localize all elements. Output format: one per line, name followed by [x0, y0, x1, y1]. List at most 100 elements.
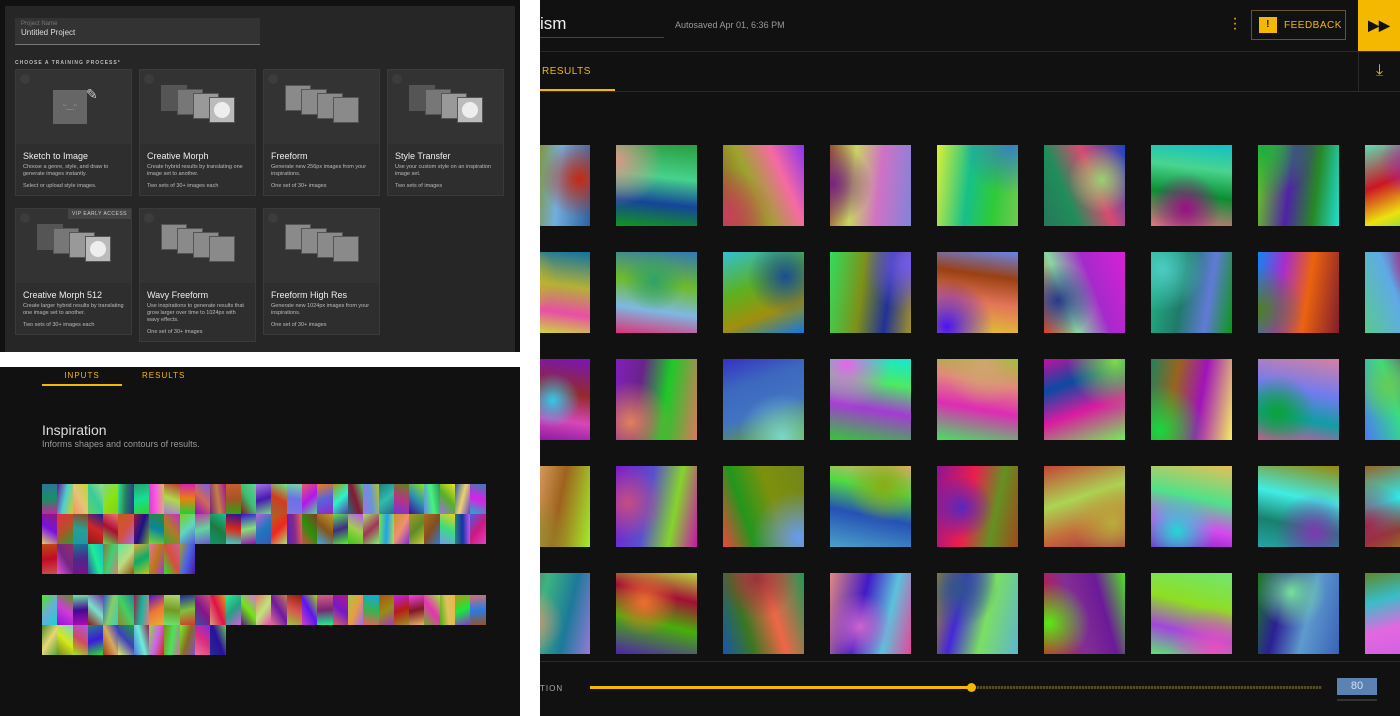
- inspiration-thumbnail[interactable]: [256, 484, 272, 514]
- inspiration-thumbnail[interactable]: [363, 484, 379, 514]
- inspiration-thumbnail[interactable]: [317, 514, 333, 544]
- inspiration-thumbnail[interactable]: [393, 595, 410, 625]
- result-image[interactable]: [1365, 252, 1400, 333]
- inspiration-thumbnail[interactable]: [210, 595, 226, 625]
- inspiration-thumbnail[interactable]: [164, 595, 180, 625]
- inspiration-thumbnail[interactable]: [57, 544, 73, 574]
- inspiration-thumbnail[interactable]: [470, 484, 486, 514]
- result-image[interactable]: [723, 359, 804, 440]
- result-image[interactable]: [723, 466, 804, 547]
- inspiration-thumbnail[interactable]: [409, 595, 425, 625]
- result-image[interactable]: [1151, 252, 1232, 333]
- inspiration-thumbnail[interactable]: [118, 595, 134, 625]
- slider-handle[interactable]: [966, 683, 976, 692]
- process-card[interactable]: Freeform High Res Generate new 1024px im…: [263, 208, 380, 335]
- result-image[interactable]: [1365, 145, 1400, 226]
- process-card[interactable]: VIP EARLY ACCESS Creative Morph 512 Crea…: [15, 208, 132, 335]
- result-image[interactable]: [1044, 145, 1125, 226]
- feedback-button[interactable]: ! FEEDBACK: [1251, 10, 1346, 40]
- inspiration-thumbnail[interactable]: [271, 595, 287, 625]
- result-image[interactable]: [937, 145, 1018, 226]
- inspiration-thumbnail[interactable]: [72, 625, 88, 655]
- inspiration-thumbnail[interactable]: [409, 484, 425, 514]
- inspiration-thumbnail[interactable]: [179, 544, 195, 574]
- inspiration-thumbnail[interactable]: [133, 544, 150, 574]
- inspiration-thumbnail[interactable]: [149, 544, 165, 574]
- result-image[interactable]: [1365, 573, 1400, 654]
- result-image[interactable]: [616, 145, 697, 226]
- inspiration-thumbnail[interactable]: [57, 484, 73, 514]
- inspiration-thumbnail[interactable]: [42, 484, 58, 514]
- inspiration-thumbnail[interactable]: [271, 514, 287, 544]
- inspiration-thumbnail[interactable]: [72, 484, 88, 514]
- inspiration-thumbnail[interactable]: [240, 595, 257, 625]
- inspiration-thumbnail[interactable]: [118, 544, 134, 574]
- inspiration-thumbnail[interactable]: [164, 484, 180, 514]
- inspiration-thumbnail[interactable]: [286, 484, 303, 514]
- project-name-field[interactable]: Project Name Untitled Project: [15, 18, 260, 45]
- inspiration-thumbnail[interactable]: [378, 484, 394, 514]
- inspiration-thumbnail[interactable]: [286, 595, 303, 625]
- result-image[interactable]: [540, 359, 590, 440]
- select-radio-icon[interactable]: [144, 213, 154, 223]
- inspiration-thumbnail[interactable]: [87, 544, 104, 574]
- result-image[interactable]: [616, 252, 697, 333]
- inspiration-thumbnail[interactable]: [133, 625, 150, 655]
- result-image[interactable]: [540, 145, 590, 226]
- inspiration-thumbnail[interactable]: [302, 484, 318, 514]
- inspiration-thumbnail[interactable]: [179, 625, 195, 655]
- inspiration-thumbnail[interactable]: [149, 484, 165, 514]
- inspiration-thumbnail[interactable]: [393, 484, 410, 514]
- inspiration-thumbnail[interactable]: [179, 514, 195, 544]
- inspiration-thumbnail[interactable]: [439, 514, 456, 544]
- tab-results[interactable]: RESULTS: [142, 367, 185, 384]
- inspiration-thumbnail[interactable]: [210, 625, 226, 655]
- inspiration-thumbnail[interactable]: [133, 595, 150, 625]
- process-card[interactable]: Style Transfer Use your custom style on …: [387, 69, 504, 196]
- inspiration-thumbnail[interactable]: [424, 484, 440, 514]
- result-image[interactable]: [1258, 573, 1339, 654]
- process-card[interactable]: Wavy Freeform Use inspirations to genera…: [139, 208, 256, 342]
- result-image[interactable]: [830, 573, 911, 654]
- inspiration-thumbnail[interactable]: [164, 514, 180, 544]
- inspiration-thumbnail[interactable]: [424, 595, 440, 625]
- inspiration-thumbnail[interactable]: [210, 514, 226, 544]
- inspiration-thumbnail[interactable]: [72, 595, 88, 625]
- result-image[interactable]: [616, 573, 697, 654]
- fast-forward-button[interactable]: ▶▶: [1358, 0, 1400, 51]
- result-image[interactable]: [830, 252, 911, 333]
- result-image[interactable]: [1151, 466, 1232, 547]
- inspiration-thumbnail[interactable]: [470, 514, 486, 544]
- result-image[interactable]: [1151, 145, 1232, 226]
- inspiration-thumbnail[interactable]: [149, 514, 165, 544]
- inspiration-thumbnail[interactable]: [87, 595, 104, 625]
- process-card[interactable]: Creative Morph Create hybrid results by …: [139, 69, 256, 196]
- inspiration-thumbnail[interactable]: [470, 595, 486, 625]
- inspiration-thumbnail[interactable]: [455, 484, 471, 514]
- inspiration-thumbnail[interactable]: [225, 514, 241, 544]
- result-image[interactable]: [540, 573, 590, 654]
- inspiration-thumbnail[interactable]: [240, 484, 257, 514]
- inspiration-thumbnail[interactable]: [347, 514, 364, 544]
- result-image[interactable]: [723, 573, 804, 654]
- result-image[interactable]: [1258, 359, 1339, 440]
- inspiration-thumbnail[interactable]: [225, 595, 241, 625]
- inspiration-thumbnail[interactable]: [286, 514, 303, 544]
- slider-track[interactable]: [590, 683, 1322, 692]
- inspiration-thumbnail[interactable]: [378, 595, 394, 625]
- project-name-value[interactable]: Untitled Project: [21, 28, 254, 37]
- tab-results-active[interactable]: RESULTS: [542, 66, 591, 77]
- process-card[interactable]: Freeform Generate new 256px images from …: [263, 69, 380, 196]
- inspiration-thumbnail[interactable]: [455, 514, 471, 544]
- inspiration-thumbnail[interactable]: [302, 595, 318, 625]
- process-card[interactable]: ᵕ‿ᵕ ✎ Sketch to Image Choose a genre, sty…: [15, 69, 132, 196]
- inspiration-thumbnail[interactable]: [87, 484, 104, 514]
- inspiration-thumbnail[interactable]: [194, 484, 211, 514]
- inspiration-thumbnail[interactable]: [179, 595, 195, 625]
- inspiration-thumbnail[interactable]: [118, 514, 134, 544]
- result-image[interactable]: [1258, 252, 1339, 333]
- inspiration-thumbnail[interactable]: [103, 484, 119, 514]
- result-image[interactable]: [937, 359, 1018, 440]
- inspiration-thumbnail[interactable]: [439, 484, 456, 514]
- result-image[interactable]: [616, 466, 697, 547]
